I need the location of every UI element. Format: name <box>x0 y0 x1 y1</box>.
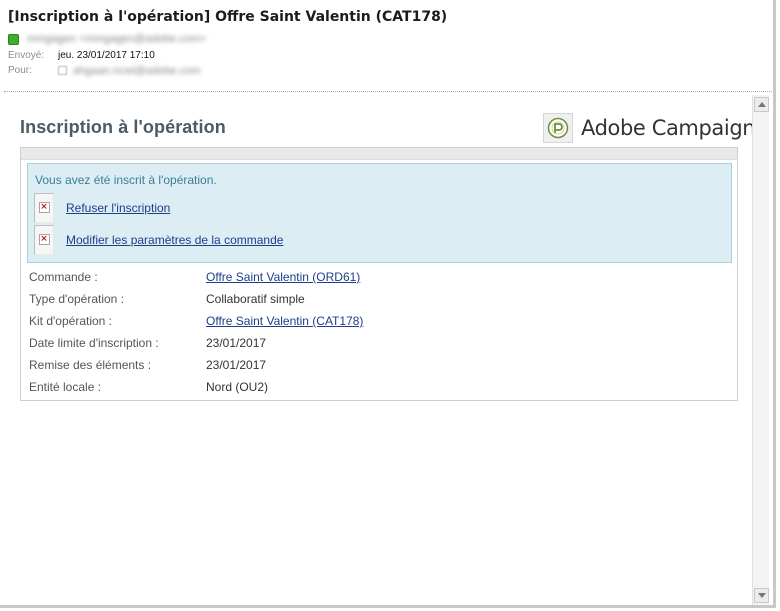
recipient-contact-icon <box>58 66 67 75</box>
detail-label: Remise des éléments : <box>29 358 152 372</box>
content-card: Vous avez été inscrit à l'opération. × R… <box>20 147 738 401</box>
operation-kit-link[interactable]: Offre Saint Valentin (CAT178) <box>206 314 363 328</box>
scroll-up-button[interactable] <box>754 97 769 112</box>
detail-row-operation-kit: Kit d'opération : Offre Saint Valentin (… <box>29 310 729 332</box>
brand-header: Adobe Campaign <box>543 113 756 143</box>
adobe-campaign-logo-icon <box>543 113 573 143</box>
action-refuse[interactable]: × Refuser l'inscription <box>34 193 170 223</box>
presence-status-icon <box>8 33 19 45</box>
detail-row-delivery-date: Remise des éléments : 23/01/2017 <box>29 354 729 376</box>
email-subject: [Inscription à l'opération] Offre Saint … <box>8 9 448 25</box>
broken-image-icon: × <box>34 193 54 223</box>
detail-label: Entité locale : <box>29 380 102 394</box>
detail-label: Type d'opération : <box>29 292 125 306</box>
email-reading-pane: [Inscription à l'opération] Offre Saint … <box>0 0 776 608</box>
detail-label: Date limite d'inscription : <box>29 336 159 350</box>
modify-order-parameters-link[interactable]: Modifier les paramètres de la commande <box>66 233 283 247</box>
broken-image-icon: × <box>34 225 54 255</box>
arrow-up-icon <box>757 102 766 107</box>
sender-row: mmgagen <mmgagen@adobe.com> <box>8 30 768 48</box>
sender-address[interactable]: mmgagen <mmgagen@adobe.com> <box>27 33 206 45</box>
action-modify[interactable]: × Modifier les paramètres de la commande <box>34 225 283 255</box>
page-title: Inscription à l'opération <box>20 117 226 137</box>
detail-label: Kit d'opération : <box>29 314 113 328</box>
arrow-down-icon <box>757 593 766 598</box>
detail-row-order: Commande : Offre Saint Valentin (ORD61) <box>29 266 729 288</box>
to-row: Pour: ahgaan.ncwi@adobe.com <box>8 63 768 78</box>
notice-box: Vous avez été inscrit à l'opération. × R… <box>27 163 732 263</box>
card-top-bar <box>21 148 737 160</box>
order-link[interactable]: Offre Saint Valentin (ORD61) <box>206 270 360 284</box>
refuse-registration-link[interactable]: Refuser l'inscription <box>66 201 170 215</box>
detail-row-local-entity: Entité locale : Nord (OU2) <box>29 376 729 398</box>
detail-value: 23/01/2017 <box>206 336 267 350</box>
vertical-scrollbar[interactable] <box>752 95 769 605</box>
operation-details: Commande : Offre Saint Valentin (ORD61) … <box>29 266 729 398</box>
recipient-address[interactable]: ahgaan.ncwi@adobe.com <box>73 65 200 77</box>
sent-label: Envoyé: <box>8 50 45 61</box>
detail-label: Commande : <box>29 270 98 284</box>
detail-value: 23/01/2017 <box>206 358 267 372</box>
detail-row-operation-type: Type d'opération : Collaboratif simple <box>29 288 729 310</box>
email-header: [Inscription à l'opération] Offre Saint … <box>8 6 768 78</box>
detail-row-registration-deadline: Date limite d'inscription : 23/01/2017 <box>29 332 729 354</box>
scroll-down-button[interactable] <box>754 588 769 603</box>
notice-text: Vous avez été inscrit à l'opération. <box>35 173 217 187</box>
brand-name: Adobe Campaign <box>581 116 756 140</box>
detail-value: Collaboratif simple <box>206 292 305 306</box>
to-label: Pour: <box>8 65 32 76</box>
sent-row: Envoyé: jeu. 23/01/2017 17:10 <box>8 48 768 63</box>
sent-value: jeu. 23/01/2017 17:10 <box>58 50 155 61</box>
detail-value: Nord (OU2) <box>206 380 269 394</box>
header-divider <box>4 91 772 92</box>
